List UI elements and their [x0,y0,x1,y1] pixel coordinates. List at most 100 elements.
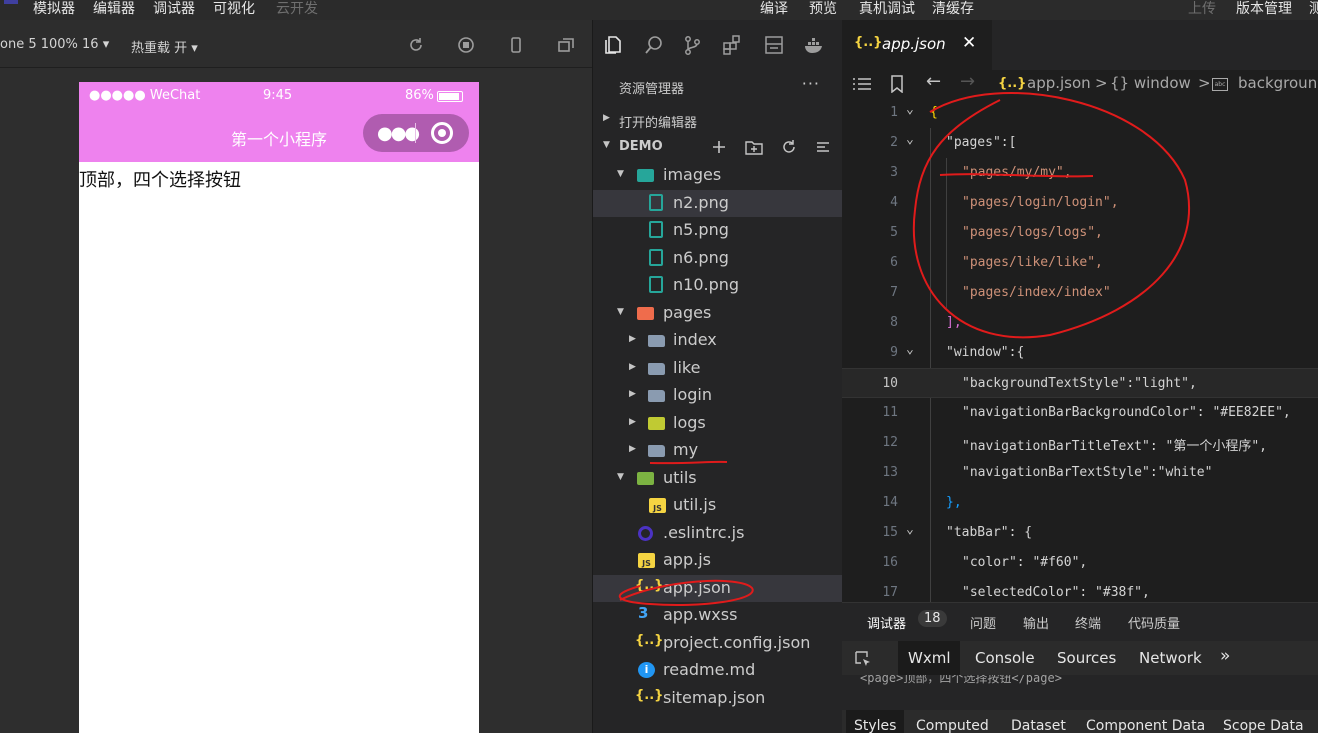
tab-component-data[interactable]: Component Data [1086,718,1205,733]
stop-icon[interactable] [457,36,475,54]
tree-item-eslintrc[interactable]: .eslintrc.js [593,520,842,547]
list-icon[interactable] [852,76,872,92]
more-dots-icon[interactable]: ●●● [377,123,420,144]
tree-item-n5-png[interactable]: n5.png [593,217,842,244]
tree-item-app-json[interactable]: {..} app.json [593,575,842,602]
code-line: 14 }, [842,488,1318,518]
tree-label: n5.png [673,220,729,239]
phone-icon[interactable] [507,36,525,54]
tab-app-json[interactable]: {..} app.json ✕ [842,20,992,70]
property-icon: abc [1212,78,1228,91]
code-line: 12 "navigationBarTitleText": "第一个小程序", [842,428,1318,458]
remote-debug-button[interactable]: 真机调试 [859,0,915,18]
tab-terminal[interactable]: 终端 [1075,613,1101,632]
compile-button[interactable]: 编译 [760,0,788,18]
tab-output[interactable]: 输出 [1023,613,1049,632]
tab-sources[interactable]: Sources [1057,649,1116,667]
tab-code-quality[interactable]: 代码质量 [1128,613,1180,632]
code-line-current: 10 "backgroundTextStyle":"light", [842,368,1318,398]
menu-editor[interactable]: 编辑器 [93,0,135,18]
upload-button[interactable]: 上传 [1188,0,1216,18]
tree-label: app.json [663,578,731,597]
tab-debugger[interactable]: 调试器 [867,613,906,632]
device-select[interactable]: one 5 100% 16 ▾ [0,37,109,52]
menu-visualize[interactable]: 可视化 [213,0,255,18]
fold-chevron-icon[interactable]: ⌄ [906,342,914,357]
docker-icon[interactable] [803,34,825,56]
menu-cloud-dev[interactable]: 云开发 [276,0,318,18]
breadcrumb-window[interactable]: {} window [1110,74,1191,92]
detach-window-icon[interactable] [557,36,575,54]
inspect-element-icon[interactable] [854,650,872,668]
close-miniprogram-icon[interactable] [431,122,453,144]
breadcrumb-file[interactable]: app.json [1027,74,1091,92]
more-tabs-icon[interactable]: » [1220,646,1230,666]
storage-icon[interactable] [763,34,785,56]
tree-item-sitemap[interactable]: {..} sitemap.json [593,685,842,712]
fold-chevron-icon[interactable]: ⌄ [906,102,914,117]
close-icon[interactable]: ✕ [962,33,976,53]
tab-scope-data[interactable]: Scope Data [1223,718,1304,733]
tab-problems[interactable]: 问题 [970,613,996,632]
new-file-icon[interactable] [711,139,727,155]
fold-chevron-icon[interactable]: ⌄ [906,132,914,147]
tab-wxml[interactable]: Wxml [908,649,951,667]
test-button[interactable]: 测 [1309,0,1318,18]
tree-item-utils[interactable]: ▼ utils [593,465,842,492]
tree-label: project.config.json [663,633,811,652]
tree-item-n10-png[interactable]: n10.png [593,272,842,299]
code-line: 13 "navigationBarTextStyle":"white" [842,458,1318,488]
tree-item-my[interactable]: ▶ my [593,437,842,464]
project-section[interactable]: ▼ DEMO [593,135,842,161]
explorer-more-icon[interactable]: ··· [802,74,820,93]
menu-debugger[interactable]: 调试器 [153,0,195,18]
tree-label: readme.md [663,660,756,679]
folder-icon [648,445,665,457]
new-folder-icon[interactable] [745,139,763,155]
tab-computed[interactable]: Computed [916,718,989,733]
tree-item-project-config[interactable]: {..} project.config.json [593,630,842,657]
tab-styles[interactable]: Styles [854,718,896,733]
tree-item-readme[interactable]: i readme.md [593,657,842,684]
collapse-all-icon[interactable] [815,139,831,155]
version-control-button[interactable]: 版本管理 [1236,0,1292,18]
tree-item-n2-png[interactable]: n2.png [593,190,842,217]
tree-item-like[interactable]: ▶ like [593,355,842,382]
tree-item-app-js[interactable]: JS app.js [593,547,842,574]
back-arrow-icon[interactable]: ← [926,71,941,92]
source-control-icon[interactable] [681,34,703,56]
code-area[interactable]: 1 ⌄ { 2 ⌄ "pages":[ 3 "pages/my/my", 4 "… [842,98,1318,608]
tab-dataset[interactable]: Dataset [1011,718,1066,733]
css-file-icon: 3 [638,604,649,622]
refresh-explorer-icon[interactable] [781,139,797,155]
tree-item-images[interactable]: ▼ images [593,162,842,189]
bookmark-icon[interactable] [890,75,904,93]
tree-item-app-wxss[interactable]: 3 app.wxss [593,602,842,629]
code-text: "window":{ [946,345,1025,360]
breadcrumb-property[interactable]: backgrounc [1238,74,1318,92]
tree-item-index[interactable]: ▶ index [593,327,842,354]
menu-simulator[interactable]: 模拟器 [33,0,75,18]
open-editors-section[interactable]: ▶ 打开的编辑器 [593,108,842,134]
tree-item-pages[interactable]: ▼ pages [593,300,842,327]
files-icon[interactable] [603,34,625,56]
refresh-icon[interactable] [407,36,425,54]
search-icon[interactable] [643,34,665,56]
tree-item-util-js[interactable]: JS util.js [593,492,842,519]
tree-item-n6-png[interactable]: n6.png [593,245,842,272]
hot-reload-toggle[interactable]: 热重载 开 ▾ [131,37,198,56]
capsule-menu[interactable]: ●●● [363,114,469,152]
wxml-node[interactable]: <page>顶部，四个选择按钮</page> [860,675,1062,686]
preview-button[interactable]: 预览 [809,0,837,18]
folder-icon [648,363,665,375]
tab-console[interactable]: Console [975,649,1035,667]
tab-network[interactable]: Network [1139,649,1202,667]
devtools-tabs: 调试器 18 问题 输出 终端 代码质量 [842,603,1318,641]
forward-arrow-icon[interactable]: → [960,71,975,92]
line-number: 3 [890,165,898,180]
extensions-icon[interactable] [721,34,743,56]
tree-item-logs[interactable]: ▶ logs [593,410,842,437]
fold-chevron-icon[interactable]: ⌄ [906,522,914,537]
tree-item-login[interactable]: ▶ login [593,382,842,409]
clear-cache-button[interactable]: 清缓存 [932,0,974,18]
